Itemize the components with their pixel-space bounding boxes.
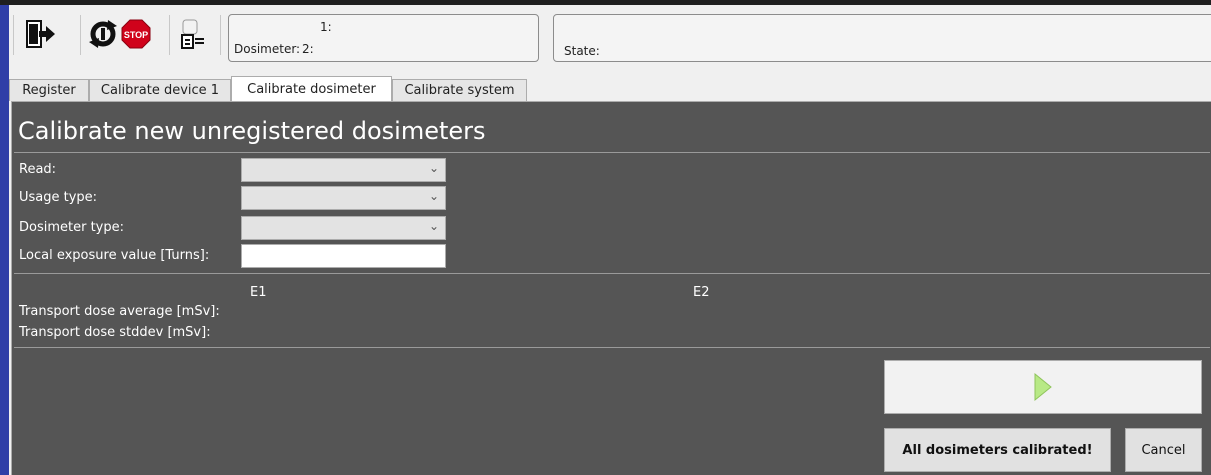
local-exposure-input[interactable] <box>241 244 446 268</box>
divider <box>14 347 1210 348</box>
play-icon <box>1034 372 1052 402</box>
toolbar-separator <box>169 15 170 55</box>
tab-calibrate-system[interactable]: Calibrate system <box>392 79 527 101</box>
dosimeter-reader-icon[interactable] <box>175 17 209 51</box>
tab-calibrate-device-1[interactable]: Calibrate device 1 <box>89 79 231 101</box>
transport-dose-average-label: Transport dose average [mSv]: <box>19 304 220 319</box>
app-window: STOP 1: Dosimeter: 2: State: Register Ca… <box>9 5 1211 475</box>
toolbar: STOP 1: Dosimeter: 2: State: <box>9 5 1211 70</box>
tab-strip: Register Calibrate device 1 Calibrate do… <box>9 76 1211 101</box>
page-title: Calibrate new unregistered dosimeters <box>18 117 486 145</box>
chevron-down-icon: ⌄ <box>428 189 439 203</box>
column-e1: E1 <box>250 285 267 300</box>
read-label: Read: <box>19 162 57 177</box>
tab-register[interactable]: Register <box>9 79 89 101</box>
toolbar-separator <box>220 15 221 55</box>
window-left-edge <box>0 5 9 475</box>
state-info-box: State: <box>553 14 1211 62</box>
dosimeter-type-label: Dosimeter type: <box>19 220 125 235</box>
local-exposure-label: Local exposure value [Turns]: <box>19 248 210 263</box>
dosimeter-slot-2: 2: <box>302 42 314 56</box>
transport-dose-stddev-label: Transport dose stddev [mSv]: <box>19 325 211 340</box>
divider <box>14 273 1210 274</box>
all-dosimeters-calibrated-button[interactable]: All dosimeters calibrated! <box>884 428 1111 472</box>
column-e2: E2 <box>693 285 710 300</box>
usage-type-select[interactable]: ⌄ <box>241 186 446 210</box>
exit-icon[interactable] <box>23 17 57 51</box>
svg-text:STOP: STOP <box>124 30 148 40</box>
dosimeter-type-select[interactable]: ⌄ <box>241 216 446 240</box>
chevron-down-icon: ⌄ <box>428 219 439 233</box>
tab-calibrate-dosimeter[interactable]: Calibrate dosimeter <box>231 76 392 101</box>
dosimeter-info-box: 1: Dosimeter: 2: <box>228 14 539 62</box>
stop-icon[interactable]: STOP <box>119 17 153 51</box>
state-label: State: <box>564 44 600 58</box>
read-select[interactable]: ⌄ <box>241 158 446 182</box>
refresh-icon[interactable] <box>86 17 120 51</box>
dosimeter-slot-1: 1: <box>320 20 332 34</box>
dosimeter-label: Dosimeter: <box>234 42 301 56</box>
chevron-down-icon: ⌄ <box>428 161 439 175</box>
cancel-button[interactable]: Cancel <box>1125 428 1202 472</box>
calibrate-dosimeter-panel: Calibrate new unregistered dosimeters Re… <box>11 101 1211 475</box>
toolbar-separator <box>80 15 81 55</box>
start-calibration-button[interactable] <box>884 360 1202 414</box>
usage-type-label: Usage type: <box>19 190 98 205</box>
toolbar-separator <box>13 15 14 55</box>
divider <box>14 152 1210 153</box>
